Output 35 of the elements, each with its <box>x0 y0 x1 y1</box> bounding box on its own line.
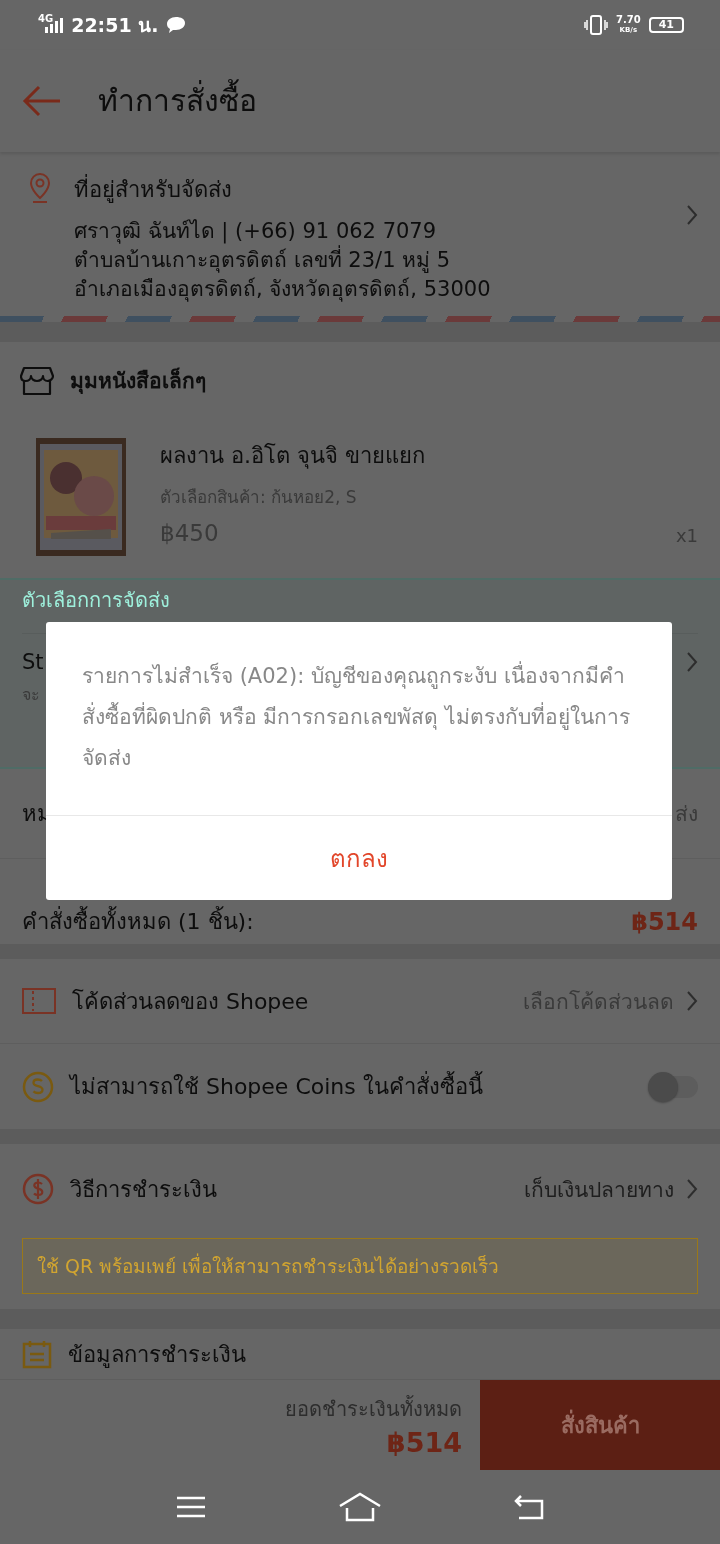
chat-bubble-icon <box>166 16 187 34</box>
shop-name: มุมหนังสือเล็กๆ <box>70 366 206 396</box>
coins-label: ไม่สามารถใช้ Shopee Coins ในคำสั่งซื้อนี้ <box>70 1069 483 1105</box>
product-name: ผลงาน อ.อิโต จุนจิ ขายแยก <box>160 441 426 471</box>
calendar-icon <box>22 1339 52 1370</box>
chevron-right-icon <box>686 990 698 1013</box>
chevron-right-icon <box>686 1178 698 1201</box>
coin-icon <box>22 1070 54 1103</box>
shipping-option[interactable]: St <box>22 649 44 674</box>
ok-button[interactable]: ตกลง <box>46 816 672 900</box>
voucher-ticket-icon <box>22 988 56 1015</box>
promo-banner: ใช้ QR พร้อมเพย์ เพื่อให้สามารถชำระเงินได้อย่างรวดเร็ว <box>22 1238 698 1295</box>
order-total-amount: ฿514 <box>631 907 698 936</box>
chevron-right-icon <box>686 203 698 226</box>
order-total-label: คำสั่งซื้อทั้งหมด (1 ชิ้น): <box>22 904 254 940</box>
dialog-message: รายการไม่สำเร็จ (A02): บัญชีของคุณถูกระงับ เนื่องจากมีคำสั่งซื้อที่ผิดปกติ หรือ มีการกรอกเลขพัสดุ ไม่ตรงกับที่อยู่ในการจัดส่ง <box>46 622 672 816</box>
grand-total-label: ยอดชำระเงินทั้งหมด <box>285 1394 462 1423</box>
address-card[interactable]: ที่อยู่สำหรับจัดส่ง ศราวุฒิ ฉันท์ได | (+66) 91 062 7079 ตำบลบ้านเกาะอุตรดิตถ์ เลขที่ 23/1 หมู่ 5 อำเภอเมืองอุตรดิตถ์, จังหวัดอุตรดิตถ์, 53000 <box>0 151 720 322</box>
grand-total-amount: ฿514 <box>386 1426 462 1458</box>
address-heading: ที่อยู่สำหรับจัดส่ง <box>74 173 233 205</box>
payment-method-row[interactable]: วิธีการชำระเงิน เก็บเงินปลายทาง <box>22 1144 698 1235</box>
place-order-button[interactable]: สั่งสินค้า <box>480 1380 720 1471</box>
chevron-right-icon <box>686 650 698 673</box>
dollar-icon <box>22 1173 54 1206</box>
clock: 22:51 น. <box>71 13 159 38</box>
address-line: อำเภอเมืองอุตรดิตถ์, จังหวัดอุตรดิตถ์, 53000 <box>74 275 492 304</box>
network-type: 4G <box>38 13 54 25</box>
battery-indicator: 41 <box>648 17 684 33</box>
location-pin-icon <box>28 171 52 204</box>
address-line: ศราวุฒิ ฉันท์ได | (+66) 91 062 7079 <box>74 217 438 245</box>
vibrate-icon <box>584 15 608 35</box>
shop-icon <box>20 365 54 396</box>
address-line: ตำบลบ้านเกาะอุตรดิตถ์ เลขที่ 23/1 หมู่ 5 <box>74 245 452 275</box>
payment-info-heading: ข้อมูลการชำระเงิน <box>68 1340 246 1370</box>
page-title: ทำการสั่งซื้อ <box>98 77 257 125</box>
